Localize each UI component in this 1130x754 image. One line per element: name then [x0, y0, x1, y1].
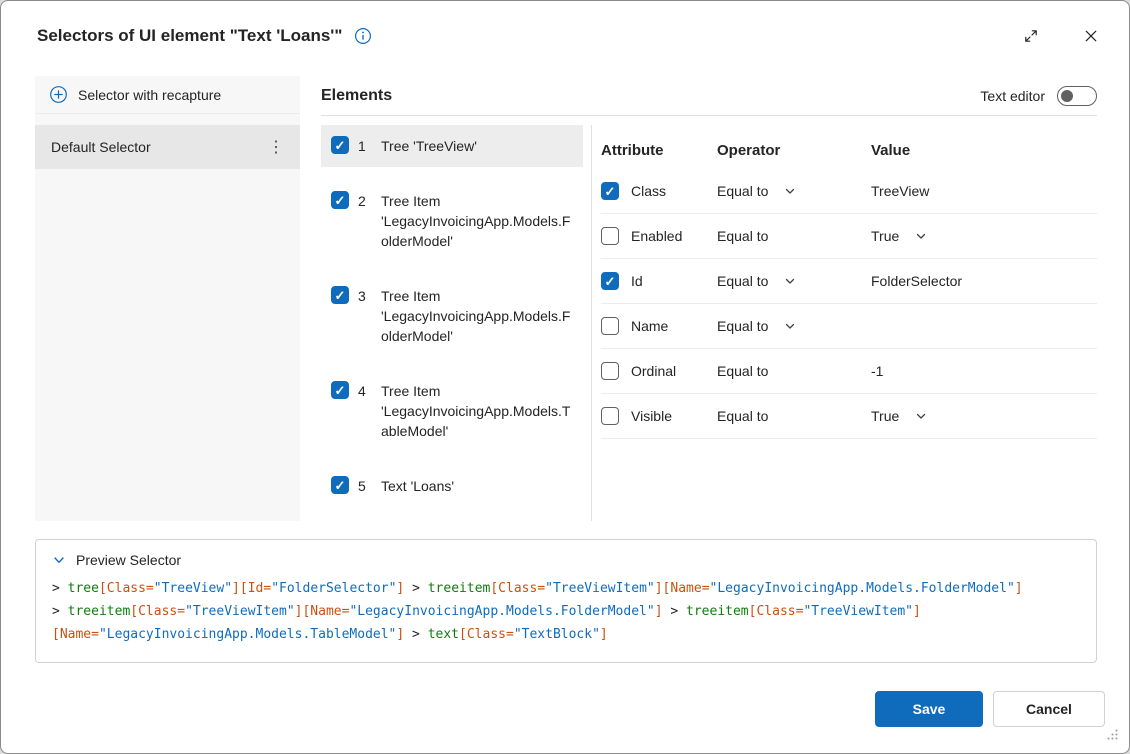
resize-grip[interactable]: [1106, 728, 1119, 746]
expand-icon: [1023, 28, 1039, 44]
element-label: Tree Item 'LegacyInvoicingApp.Models.Tab…: [381, 381, 575, 441]
attribute-name: Class: [631, 183, 717, 199]
attribute-name: Ordinal: [631, 363, 717, 379]
column-header-operator: Operator: [717, 142, 871, 159]
element-label: Tree Item 'LegacyInvoicingApp.Models.Fol…: [381, 286, 575, 346]
preview-selector-line: > tree[Class="TreeView"][Id="FolderSelec…: [52, 577, 1080, 600]
column-header-attribute: Attribute: [601, 142, 717, 159]
column-header-value: Value: [871, 142, 1097, 159]
elements-title: Elements: [321, 87, 392, 105]
dialog-title: Selectors of UI element "Text 'Loans'": [37, 26, 342, 46]
attribute-name: Visible: [631, 408, 717, 424]
attribute-row-visible: Visible Equal to True: [601, 394, 1097, 439]
chevron-down-icon[interactable]: [915, 230, 927, 242]
selector-with-recapture-button[interactable]: Selector with recapture: [35, 76, 300, 114]
text-editor-toggle[interactable]: [1057, 86, 1097, 106]
attribute-value-dropdown[interactable]: True: [871, 408, 899, 424]
element-number: 3: [358, 286, 372, 306]
element-item-text[interactable]: 5 Text 'Loans': [321, 465, 583, 507]
attribute-checkbox[interactable]: [601, 362, 619, 380]
element-label: Tree Item 'LegacyInvoicingApp.Models.Fol…: [381, 191, 575, 251]
attribute-row-enabled: Enabled Equal to True: [601, 214, 1097, 259]
preview-selector-panel: Preview Selector > tree[Class="TreeView"…: [35, 539, 1097, 663]
element-number: 2: [358, 191, 372, 211]
text-editor-control: Text editor: [980, 86, 1097, 106]
preview-selector-line: [Name="LegacyInvoicingApp.Models.TableMo…: [52, 623, 1080, 646]
selector-name: Default Selector: [51, 139, 260, 155]
chevron-down-icon[interactable]: [784, 185, 796, 197]
operator-label: Equal to: [717, 228, 768, 244]
attribute-checkbox[interactable]: [601, 182, 619, 200]
recapture-label: Selector with recapture: [78, 87, 221, 103]
toggle-knob: [1061, 90, 1073, 102]
attribute-checkbox[interactable]: [601, 317, 619, 335]
chevron-down-icon[interactable]: [784, 320, 796, 332]
element-checkbox[interactable]: [331, 136, 349, 154]
close-icon: [1083, 28, 1099, 44]
element-checkbox[interactable]: [331, 191, 349, 209]
text-editor-label: Text editor: [980, 88, 1045, 104]
chevron-down-icon[interactable]: [52, 553, 66, 567]
attribute-name: Id: [631, 273, 717, 289]
operator-label: Equal to: [717, 408, 768, 424]
attributes-panel: Attribute Operator Value Class Equal to …: [601, 131, 1097, 439]
preview-selector-header[interactable]: Preview Selector: [36, 540, 1096, 572]
attribute-checkbox[interactable]: [601, 272, 619, 290]
operator-dropdown[interactable]: Equal to: [717, 273, 768, 289]
selectors-sidebar: Selector with recapture Default Selector…: [35, 76, 300, 521]
element-checkbox[interactable]: [331, 286, 349, 304]
dialog-title-bar: Selectors of UI element "Text 'Loans'": [37, 21, 1107, 51]
element-number: 5: [358, 476, 372, 496]
element-number: 4: [358, 381, 372, 401]
attribute-value[interactable]: FolderSelector: [871, 273, 962, 289]
attribute-checkbox[interactable]: [601, 407, 619, 425]
operator-dropdown[interactable]: Equal to: [717, 183, 768, 199]
elements-header: Elements Text editor: [321, 81, 1097, 111]
vertical-divider: [591, 125, 592, 521]
element-label: Text 'Loans': [381, 476, 575, 496]
add-circle-icon: [49, 85, 68, 104]
attribute-row-ordinal: Ordinal Equal to -1: [601, 349, 1097, 394]
attribute-value-dropdown[interactable]: True: [871, 228, 899, 244]
operator-label: Equal to: [717, 363, 768, 379]
element-item-treeitem-1[interactable]: 2 Tree Item 'LegacyInvoicingApp.Models.F…: [321, 180, 583, 262]
selectors-dialog: Selectors of UI element "Text 'Loans'": [0, 0, 1130, 754]
attribute-checkbox[interactable]: [601, 227, 619, 245]
attribute-row-class: Class Equal to TreeView: [601, 169, 1097, 214]
element-item-treeitem-3[interactable]: 4 Tree Item 'LegacyInvoicingApp.Models.T…: [321, 370, 583, 452]
element-number: 1: [358, 136, 372, 156]
save-button[interactable]: Save: [875, 691, 983, 727]
close-dialog-button[interactable]: [1075, 20, 1107, 52]
preview-selector-line: > treeitem[Class="TreeViewItem"][Name="L…: [52, 600, 1080, 623]
cancel-button[interactable]: Cancel: [993, 691, 1105, 727]
element-label: Tree 'TreeView': [381, 136, 575, 156]
element-checkbox[interactable]: [331, 476, 349, 494]
attribute-value[interactable]: TreeView: [871, 183, 929, 199]
preview-selector-code: > tree[Class="TreeView"][Id="FolderSelec…: [36, 572, 1096, 651]
element-item-treeitem-2[interactable]: 3 Tree Item 'LegacyInvoicingApp.Models.F…: [321, 275, 583, 357]
attributes-header-row: Attribute Operator Value: [601, 131, 1097, 169]
sidebar-item-default-selector[interactable]: Default Selector ⋮: [35, 125, 300, 169]
attribute-row-id: Id Equal to FolderSelector: [601, 259, 1097, 304]
header-divider: [321, 115, 1097, 116]
chevron-down-icon[interactable]: [915, 410, 927, 422]
element-checkbox[interactable]: [331, 381, 349, 399]
attribute-name: Enabled: [631, 228, 717, 244]
chevron-down-icon[interactable]: [784, 275, 796, 287]
info-icon[interactable]: [354, 27, 372, 45]
preview-selector-title: Preview Selector: [76, 552, 181, 568]
operator-dropdown[interactable]: Equal to: [717, 318, 768, 334]
elements-list: 1 Tree 'TreeView' 2 Tree Item 'LegacyInv…: [321, 125, 583, 520]
attribute-row-name: Name Equal to: [601, 304, 1097, 349]
attribute-value[interactable]: -1: [871, 363, 883, 379]
more-options-icon[interactable]: ⋮: [260, 137, 292, 157]
element-item-tree[interactable]: 1 Tree 'TreeView': [321, 125, 583, 167]
attribute-name: Name: [631, 318, 717, 334]
expand-dialog-button[interactable]: [1015, 20, 1047, 52]
